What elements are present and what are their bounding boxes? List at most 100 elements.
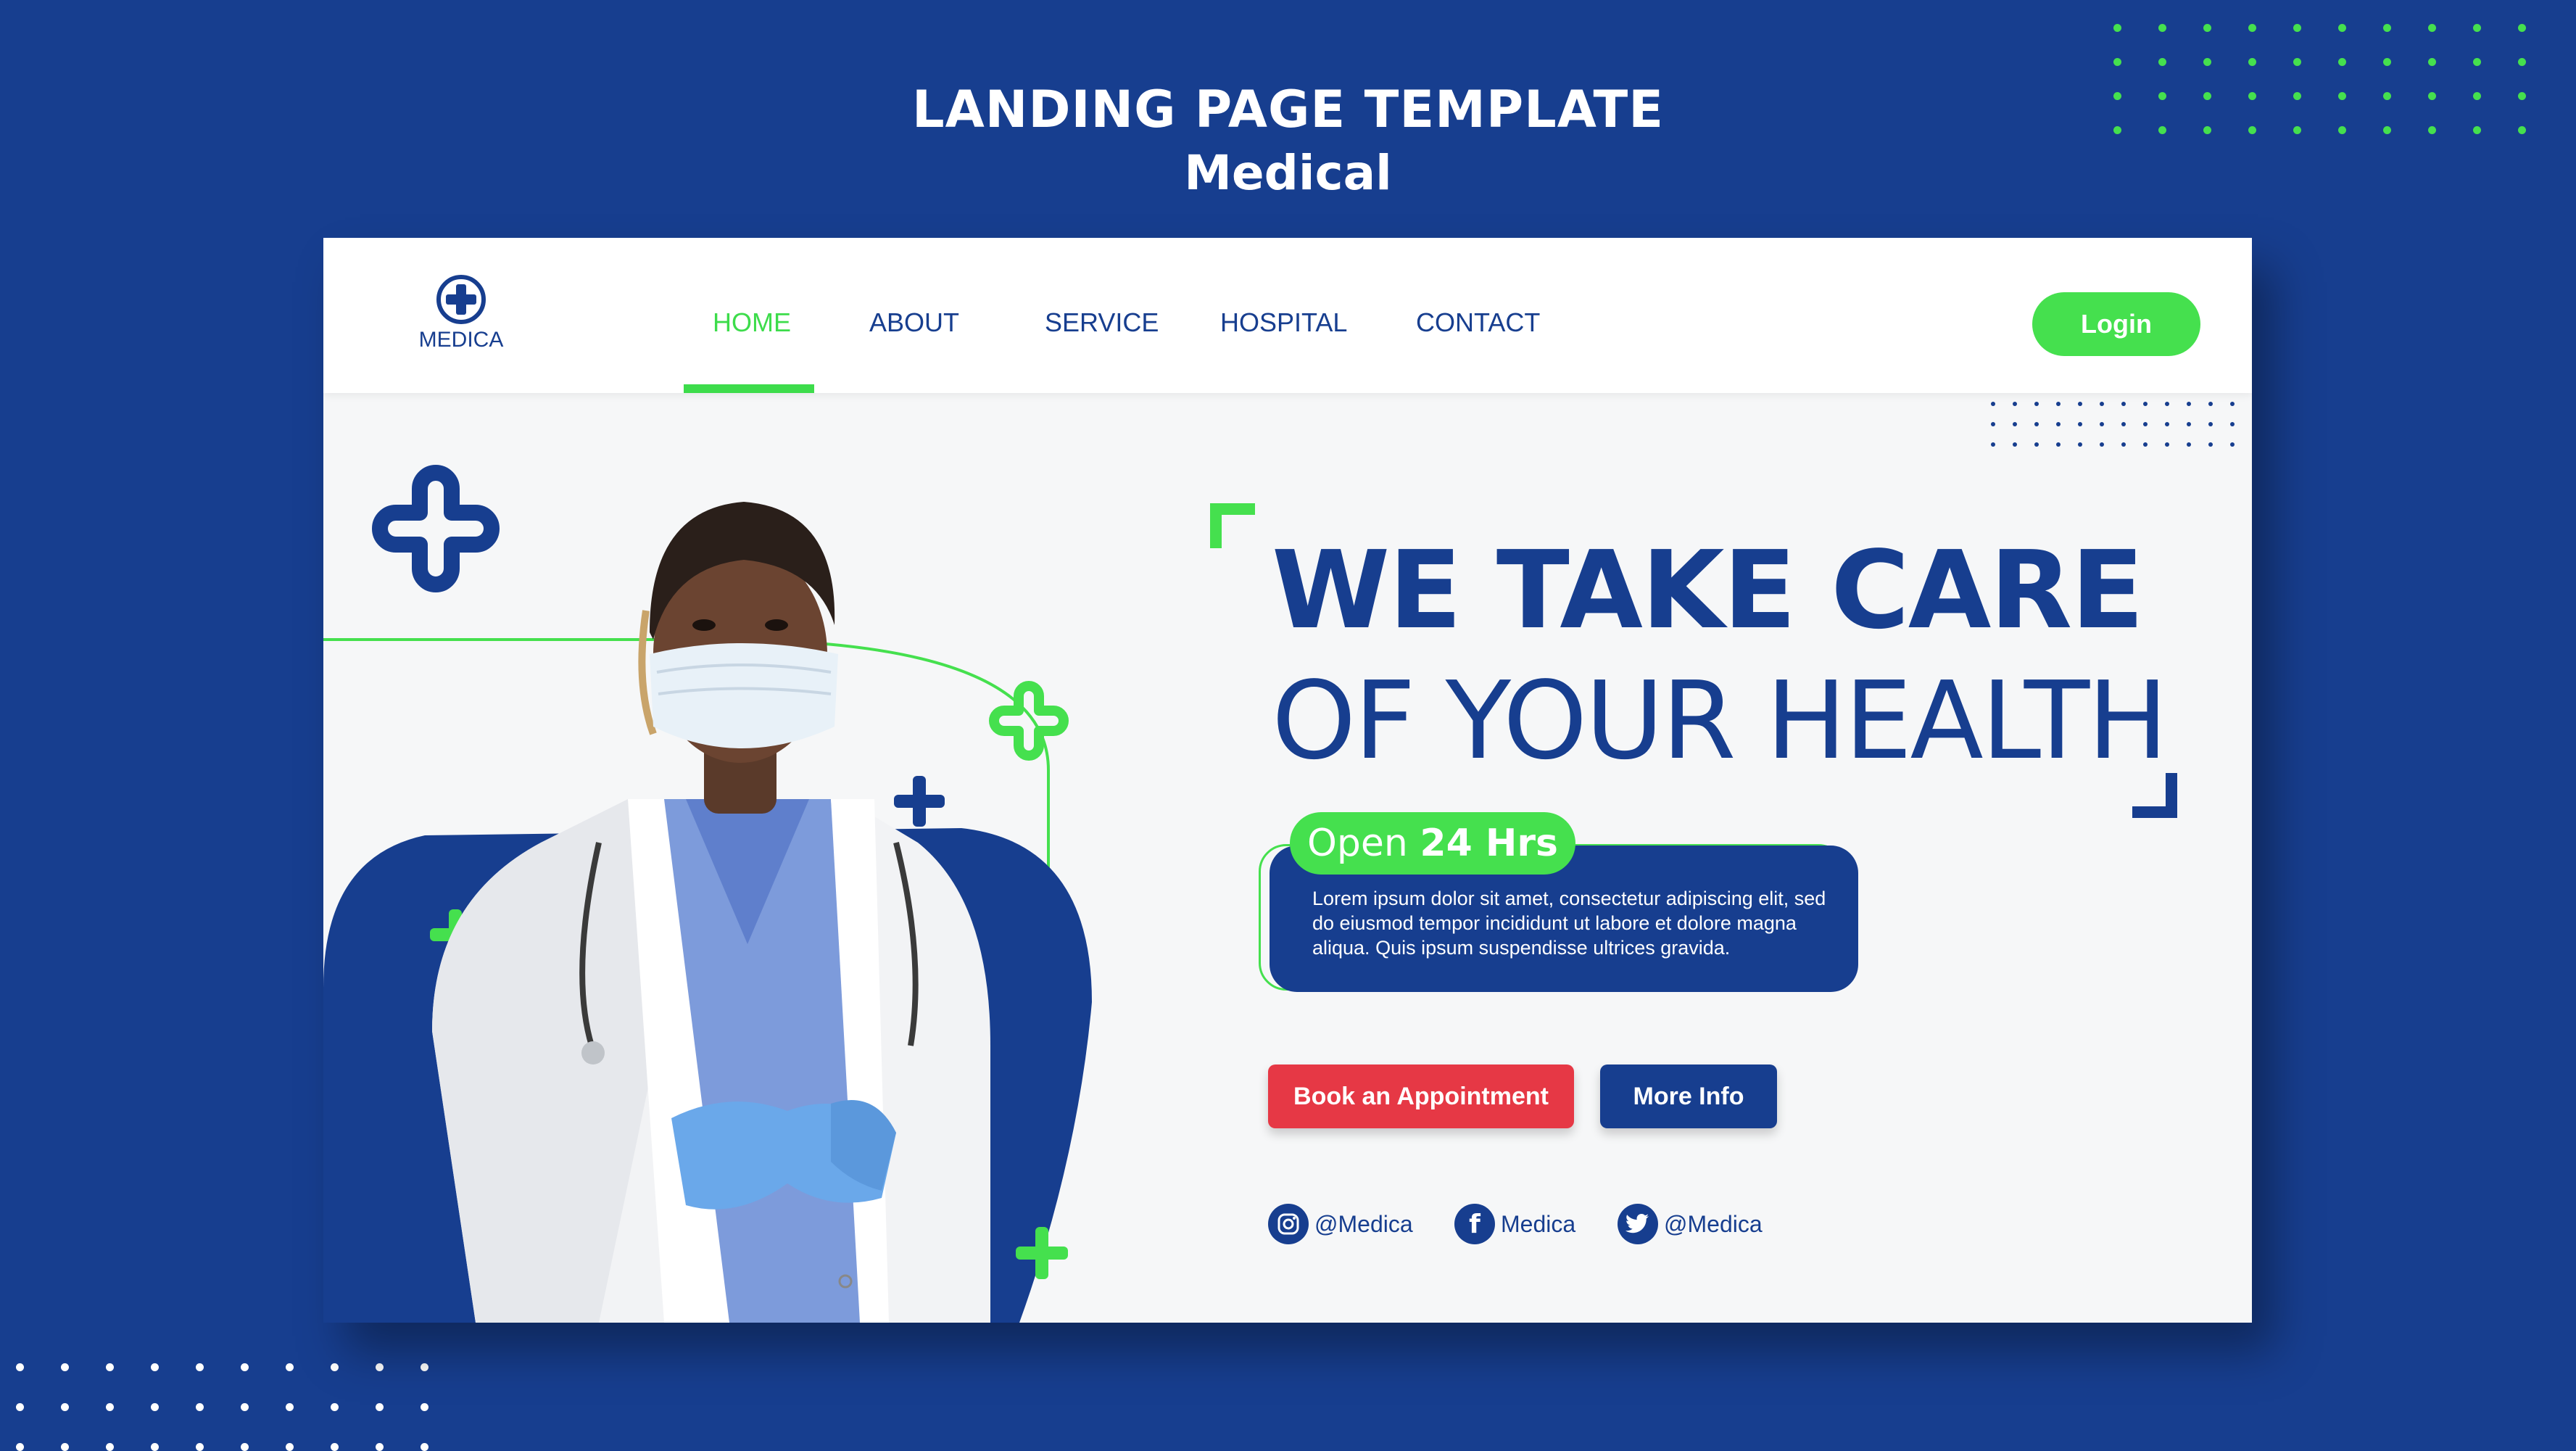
decorative-dot <box>2473 24 2481 32</box>
decorative-dot <box>106 1443 114 1451</box>
decorative-dot <box>2158 58 2166 66</box>
decorative-dot <box>2187 442 2191 447</box>
decorative-dot <box>2208 442 2213 447</box>
decorative-dot <box>2518 92 2526 100</box>
login-button[interactable]: Login <box>2032 292 2200 356</box>
logo[interactable]: MEDICA <box>410 274 512 352</box>
decorative-dot <box>2034 402 2039 406</box>
decorative-dot <box>421 1363 428 1371</box>
decorative-dot <box>2013 442 2017 447</box>
decorative-dot <box>331 1403 339 1411</box>
decorative-dot <box>2121 402 2126 406</box>
active-nav-indicator <box>684 384 814 393</box>
nav-item-hospital[interactable]: HOSPITAL <box>1220 307 1347 338</box>
decorative-dot <box>376 1403 384 1411</box>
decorative-dot <box>151 1443 159 1451</box>
decorative-dot <box>2143 442 2148 447</box>
decorative-dot <box>2428 126 2436 134</box>
facebook-icon: f <box>1454 1204 1495 1244</box>
page-title: LANDING PAGE TEMPLATE <box>911 80 1665 139</box>
decorative-dot <box>2013 422 2017 426</box>
decorative-dot <box>2034 442 2039 447</box>
hero-image-area <box>323 465 1092 1323</box>
decorative-dot <box>2383 92 2391 100</box>
decorative-dot <box>2293 58 2301 66</box>
social-link-instagram[interactable]: @Medica <box>1268 1202 1413 1246</box>
decorative-dot <box>2100 402 2104 406</box>
hero-headline: WE TAKE CARE <box>1272 528 2144 653</box>
decorative-dot <box>2338 126 2346 134</box>
decorative-dot <box>196 1443 204 1451</box>
decorative-dot <box>2518 24 2526 32</box>
decorative-dot <box>286 1443 294 1451</box>
decorative-dot <box>2338 58 2346 66</box>
decorative-dot <box>376 1443 384 1451</box>
decorative-dot <box>61 1403 69 1411</box>
decorative-dot <box>2203 126 2211 134</box>
plus-icon <box>894 776 945 827</box>
nav-item-about[interactable]: ABOUT <box>869 307 959 338</box>
decorative-dot <box>2113 92 2121 100</box>
decorative-dot <box>2208 402 2213 406</box>
decorative-dot <box>106 1403 114 1411</box>
page-subtitle: Medical <box>1184 145 1392 201</box>
decorative-dot <box>241 1403 249 1411</box>
decorative-dot <box>2113 58 2121 66</box>
decorative-dot <box>2230 422 2235 426</box>
more-info-button[interactable]: More Info <box>1600 1065 1777 1128</box>
medical-cross-icon <box>436 275 486 324</box>
decorative-dot <box>196 1363 204 1371</box>
decorative-dot <box>2383 24 2391 32</box>
open-label: Open <box>1306 822 1408 865</box>
decorative-dot <box>241 1363 249 1371</box>
decorative-dot <box>151 1363 159 1371</box>
instagram-icon <box>1268 1204 1309 1244</box>
decorative-dot <box>2158 92 2166 100</box>
nav-item-contact[interactable]: CONTACT <box>1416 307 1540 338</box>
decorative-dot <box>2143 422 2148 426</box>
medical-cross-icon <box>989 681 1069 761</box>
decorative-dot <box>2230 402 2235 406</box>
decorative-dot <box>2187 422 2191 426</box>
decorative-dot <box>421 1443 428 1451</box>
social-link-twitter[interactable]: @Medica <box>1618 1202 1763 1246</box>
decorative-dot <box>2165 422 2169 426</box>
decorative-dot <box>2383 58 2391 66</box>
decorative-dot <box>2013 402 2017 406</box>
social-link-facebook[interactable]: f Medica <box>1454 1202 1575 1246</box>
decorative-dot <box>2165 442 2169 447</box>
open-hours-badge: Open 24 Hrs <box>1290 812 1575 875</box>
hero-description: Lorem ipsum dolor sit amet, consectetur … <box>1312 888 1826 959</box>
logo-text: MEDICA <box>418 328 504 352</box>
decorative-dot <box>2293 126 2301 134</box>
decorative-dot <box>2165 402 2169 406</box>
book-appointment-button[interactable]: Book an Appointment <box>1268 1065 1574 1128</box>
decorative-dot <box>2056 442 2061 447</box>
decorative-dot <box>2078 442 2082 447</box>
decorative-dot <box>2121 442 2126 447</box>
decorative-dot <box>2034 422 2039 426</box>
decorative-dot <box>2158 126 2166 134</box>
nav-item-home[interactable]: HOME <box>713 307 791 338</box>
social-handle: @Medica <box>1664 1210 1763 1237</box>
decorative-dot <box>421 1403 428 1411</box>
decorative-dot <box>2338 24 2346 32</box>
decorative-dot <box>2248 126 2256 134</box>
decorative-dot <box>2428 92 2436 100</box>
decorative-dot <box>196 1403 204 1411</box>
decorative-dot <box>2428 24 2436 32</box>
decorative-dot <box>1991 442 1995 447</box>
decorative-dot <box>16 1443 24 1451</box>
decorative-dot <box>2248 92 2256 100</box>
decorative-dot <box>2518 126 2526 134</box>
decorative-dot <box>2078 422 2082 426</box>
decorative-dot <box>2383 126 2391 134</box>
nav-item-service[interactable]: SERVICE <box>1045 307 1159 338</box>
decorative-dot <box>286 1363 294 1371</box>
decorative-dot <box>2248 58 2256 66</box>
decorative-dot <box>16 1363 24 1371</box>
decorative-dot <box>331 1363 339 1371</box>
decorative-dot <box>2293 24 2301 32</box>
decorative-dot <box>2338 92 2346 100</box>
medical-cross-icon <box>372 465 500 592</box>
